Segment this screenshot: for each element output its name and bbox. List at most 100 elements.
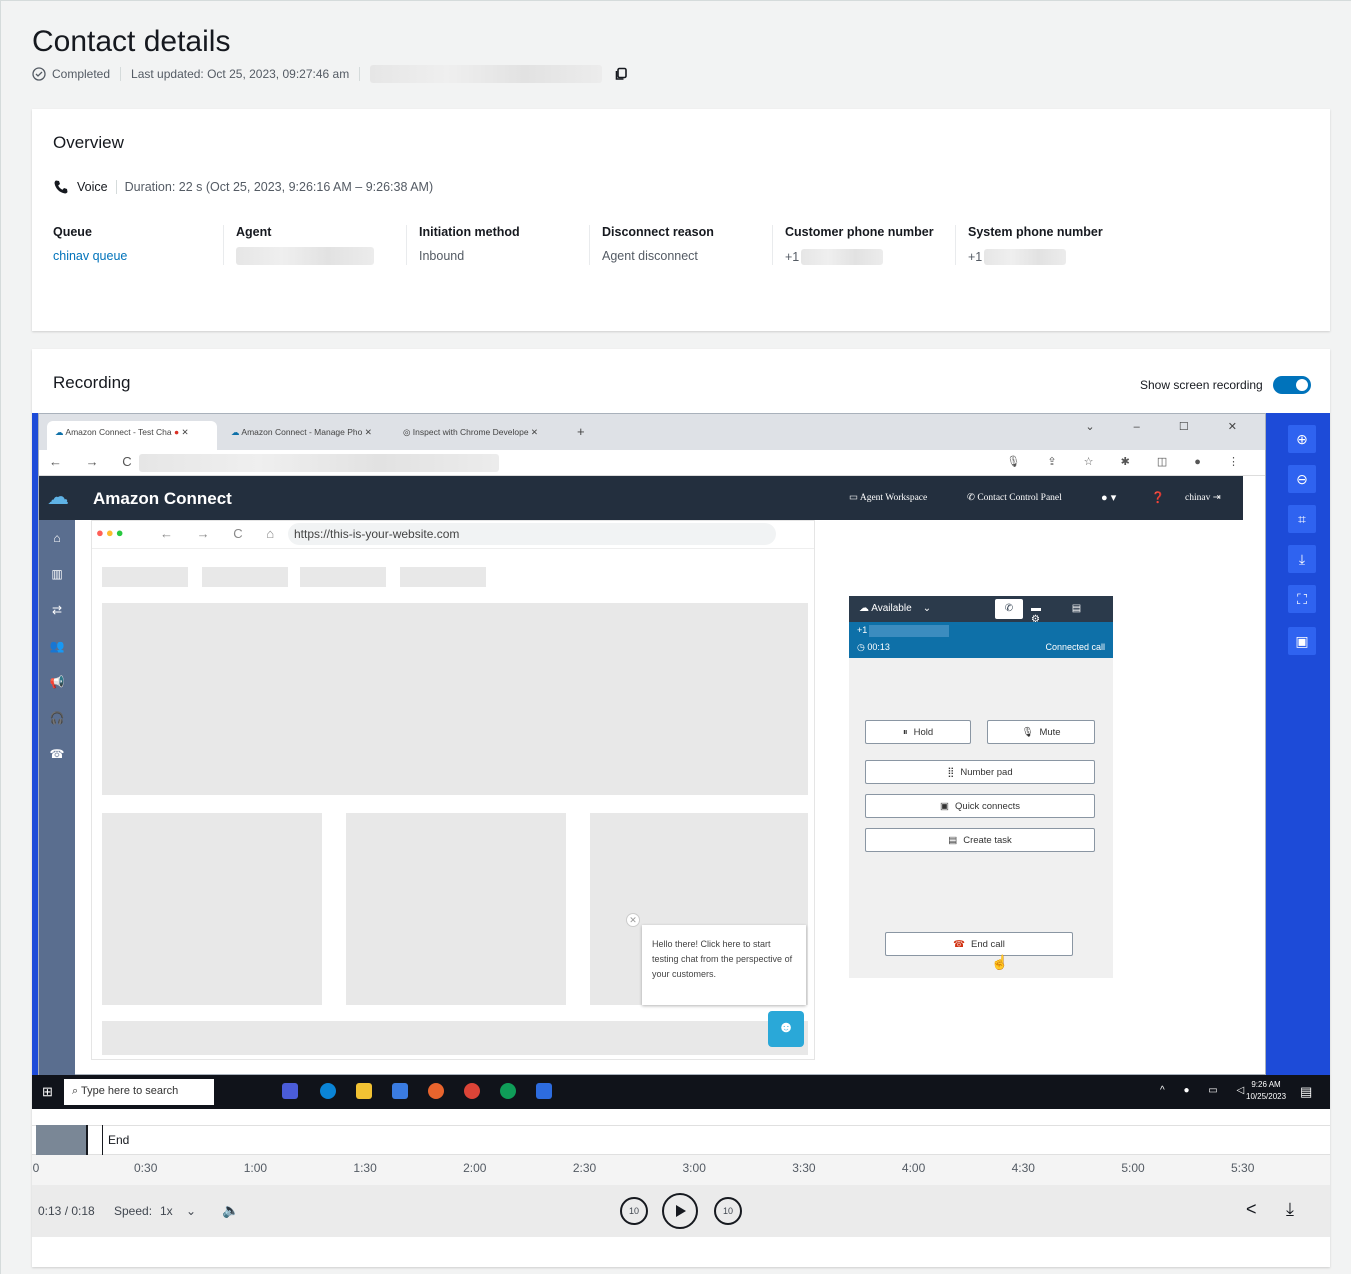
app-icon[interactable] xyxy=(536,1083,552,1099)
recording-timeline[interactable]: End 0 0:30 1:00 1:30 2:00 2:30 3:00 3:30 4:00 4:3… xyxy=(32,1125,1330,1185)
toggle-label: Show screen recording xyxy=(1140,378,1263,392)
fullscreen-icon[interactable]: ⛶ xyxy=(1288,585,1316,613)
zoom-in-icon[interactable]: ⊕ xyxy=(1288,425,1316,453)
number-pad-label: Number pad xyxy=(960,766,1013,778)
taskbar-search-placeholder: Type here to search xyxy=(81,1085,179,1097)
copy-icon[interactable] xyxy=(614,67,628,81)
hold-button[interactable]: ⏸ Hold xyxy=(865,720,971,744)
edge-icon[interactable] xyxy=(320,1083,336,1099)
download-icon[interactable]: ⤓ xyxy=(1286,1199,1294,1220)
windows-start-icon[interactable]: ⊞ xyxy=(42,1084,53,1100)
disconnect-value: Agent disconnect xyxy=(602,249,698,263)
phone-icon xyxy=(54,180,68,194)
help-icon[interactable]: ❓ xyxy=(1151,491,1165,504)
chat-widget-icon[interactable]: ☻ xyxy=(768,1011,804,1047)
channel-row: Voice Duration: 22 s (Oct 25, 2023, 9:26… xyxy=(53,179,433,195)
user-name: chinav xyxy=(1185,493,1211,503)
divider xyxy=(115,180,117,194)
task-view-icon[interactable] xyxy=(282,1083,298,1099)
agent-field: Agent xyxy=(236,225,374,269)
volume-icon[interactable]: 🔈 xyxy=(222,1202,239,1219)
duration-text: Duration: 22 s (Oct 25, 2023, 9:26:16 AM… xyxy=(124,180,434,194)
store-icon[interactable] xyxy=(392,1083,408,1099)
browser-window: ☁ Amazon Connect - Test Cha ● ✕ ☁ Amazon… xyxy=(38,413,1266,1076)
quick-connects-button[interactable]: ▣ Quick connects xyxy=(865,794,1095,818)
routing-icon[interactable]: ⇄ xyxy=(39,592,75,628)
timeline-tick: 2:30 xyxy=(572,1161,597,1175)
video-zoom-toolbar: ⊕ ⊖ ⌗ ⤓ ⛶ ▣ xyxy=(1266,413,1330,1109)
fit-screen-icon[interactable]: ⌗ xyxy=(1288,505,1316,533)
timeline-tick: 5:00 xyxy=(1121,1161,1145,1175)
divider xyxy=(120,67,122,81)
close-icon[interactable]: ✕ xyxy=(626,913,640,927)
headset-icon[interactable]: 🎧 xyxy=(39,700,75,736)
system-tray-icons[interactable]: ^ ● ▭ ◁ xyxy=(1160,1085,1252,1096)
share-icon[interactable]: < xyxy=(1246,1199,1257,1220)
window-controls[interactable]: ⌄ – ☐ ✕ xyxy=(1085,420,1255,433)
zoom-out-icon[interactable]: ⊖ xyxy=(1288,465,1316,493)
phone-list-icon[interactable]: ☎ xyxy=(39,736,75,772)
create-task-button[interactable]: ▤ Create task xyxy=(865,828,1095,852)
users-icon[interactable]: 👥 xyxy=(39,628,75,664)
ccp-status-label: Available xyxy=(871,603,912,614)
browser-tab-3[interactable]: ◎ Inspect with Chrome Develope ✕ xyxy=(395,421,563,450)
recording-dot-icon: ● xyxy=(173,427,180,437)
user-menu[interactable]: chinav ⇥ xyxy=(1185,492,1221,503)
screen-recording-video[interactable]: ☁ Amazon Connect - Test Cha ● ✕ ☁ Amazon… xyxy=(32,413,1330,1109)
timeline-tick: 0 xyxy=(32,1161,40,1175)
show-screen-recording-toggle[interactable] xyxy=(1272,376,1311,394)
phone-tab-icon[interactable]: ✆ xyxy=(995,599,1023,619)
home-icon[interactable]: ⌂ xyxy=(39,520,75,556)
browser-tab-1[interactable]: ☁ Amazon Connect - Test Cha ● ✕ xyxy=(47,421,217,450)
agent-label: Agent xyxy=(236,225,272,239)
timeline-tick: 4:30 xyxy=(1011,1161,1035,1175)
customer-phone-prefix: +1 xyxy=(785,250,800,264)
ccp-link[interactable]: ✆ Contact Control Panel xyxy=(967,492,1062,503)
forward-10-icon[interactable]: 10 xyxy=(714,1197,742,1225)
amazon-connect-logo-icon: ☁ xyxy=(47,484,69,509)
ccp-status[interactable]: ☁ Available ⌄ xyxy=(859,603,931,614)
ccp-phone: +1 xyxy=(857,625,868,635)
file-explorer-icon[interactable] xyxy=(356,1083,372,1099)
language-menu-icon[interactable]: ● ▾ xyxy=(1101,491,1116,504)
ccp-timer-value: 00:13 xyxy=(867,642,890,652)
queue-link[interactable]: chinav queue xyxy=(53,249,127,263)
agent-workspace-link[interactable]: ▭ Agent Workspace xyxy=(849,492,927,503)
taskbar-search[interactable]: ⌕ Type here to search xyxy=(64,1079,214,1105)
placeholder-block xyxy=(102,567,188,587)
taskbar-clock[interactable]: 9:26 AM 10/25/2023 xyxy=(1246,1079,1286,1103)
customer-phone-field: Customer phone number +1 xyxy=(785,225,934,269)
browser-tab-2[interactable]: ☁ Amazon Connect - Manage Pho ✕ xyxy=(223,421,387,450)
queue-field: Queue chinav queue xyxy=(53,225,127,269)
tab-label: Inspect with Chrome Develope xyxy=(412,427,529,437)
placeholder-block xyxy=(400,567,486,587)
playhead[interactable] xyxy=(86,1125,88,1155)
play-icon[interactable] xyxy=(662,1193,698,1229)
timeline-tick: 3:00 xyxy=(682,1161,706,1175)
chrome-alt-icon[interactable] xyxy=(500,1083,516,1099)
mock-nav-icons: ← → C ⌂ xyxy=(160,526,285,541)
new-tab-button[interactable]: + xyxy=(569,421,593,450)
browser-address-bar: ← → C 🔒 🎙 ⇪ ☆ ✱ ◫ ● ⋮ xyxy=(39,450,1265,476)
firefox-icon[interactable] xyxy=(428,1083,444,1099)
ccp-call-bar: +1 ◷ 00:13 Connected call xyxy=(849,622,1113,658)
metrics-icon[interactable]: ▥ xyxy=(39,556,75,592)
chat-prompt-bubble[interactable]: Hello there! Click here to start testing… xyxy=(642,925,806,1005)
picture-in-picture-icon[interactable]: ▣ xyxy=(1288,627,1316,655)
mute-button[interactable]: 🎙 Mute xyxy=(987,720,1095,744)
rewind-seconds: 10 xyxy=(628,1206,639,1216)
divider xyxy=(772,225,773,265)
end-call-button[interactable]: ☎ End call xyxy=(885,932,1073,956)
number-pad-button[interactable]: ⣿ Number pad xyxy=(865,760,1095,784)
download-icon[interactable]: ⤓ xyxy=(1288,545,1316,573)
channel-label: Voice xyxy=(77,180,108,194)
rewind-10-icon[interactable]: 10 xyxy=(620,1197,648,1225)
chrome-icon[interactable] xyxy=(464,1083,480,1099)
campaign-icon[interactable]: 📢 xyxy=(39,664,75,700)
cloud-icon: ☁ xyxy=(231,427,240,437)
browser-toolbar-icons[interactable]: 🎙 ⇪ ☆ ✱ ◫ ● ⋮ xyxy=(1006,455,1251,468)
speed-select[interactable]: 1x ⌄ xyxy=(160,1204,196,1218)
placeholder-block xyxy=(202,567,288,587)
notification-icon[interactable]: ▤ xyxy=(1300,1084,1312,1100)
end-call-label: End call xyxy=(971,938,1005,950)
